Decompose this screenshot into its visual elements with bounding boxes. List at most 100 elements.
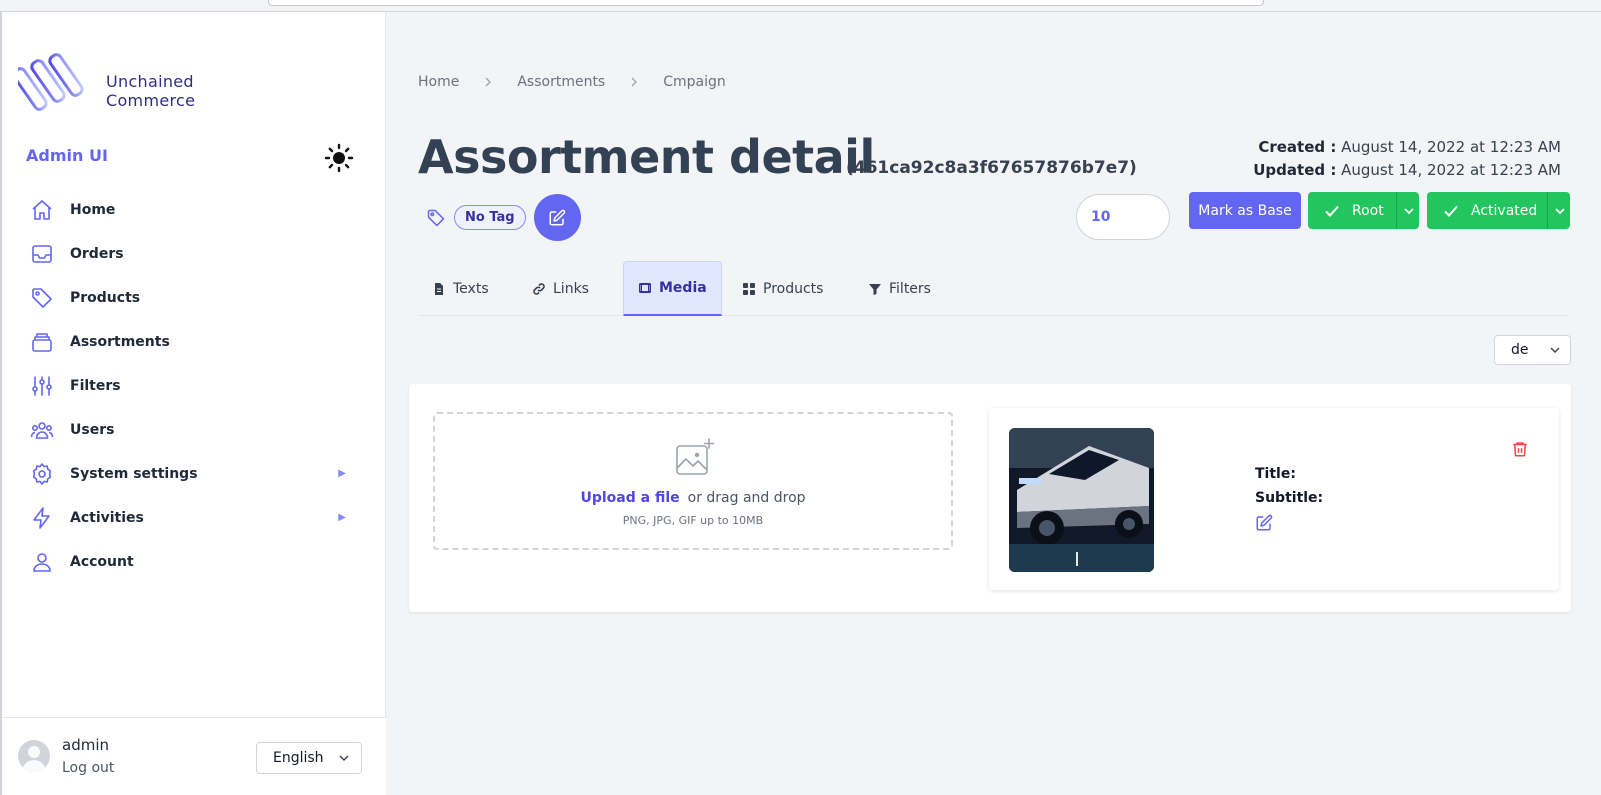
tab-label: Filters [889, 280, 931, 297]
tab-media[interactable]: Media [623, 261, 722, 316]
expand-arrow-icon[interactable]: ▶ [338, 512, 346, 523]
sliders-icon [30, 374, 54, 398]
sidebar-item-label: System settings [70, 466, 198, 482]
tab-label: Media [659, 280, 707, 296]
tab-texts[interactable]: Texts [418, 261, 503, 316]
avatar [18, 740, 50, 772]
tab-filters[interactable]: Filters [854, 261, 945, 316]
sidebar-item-users[interactable]: Users [30, 408, 360, 452]
sidebar-item-activities[interactable]: Activities ▶ [30, 496, 360, 540]
chevron-right-icon [483, 77, 493, 87]
document-icon [432, 282, 446, 296]
chevron-right-icon [629, 77, 639, 87]
sidebar-item-filters[interactable]: Filters [30, 364, 360, 408]
media-title-label: Title: [1255, 466, 1296, 482]
activation-status-label: Activated [1471, 202, 1538, 219]
sidebar-item-system-settings[interactable]: System settings ▶ [30, 452, 360, 496]
tab-products[interactable]: Products [728, 261, 837, 316]
main-content: Home Assortments Cmpaign Assortment deta… [386, 12, 1601, 795]
vehicle-image [1009, 428, 1154, 572]
upload-file-link[interactable]: Upload a file [580, 490, 679, 506]
logo-text-line1: Unchained [106, 72, 194, 91]
chevron-down-icon [1550, 347, 1560, 353]
stack-icon [30, 330, 54, 354]
breadcrumb-item-assortments[interactable]: Assortments [517, 74, 605, 90]
sidebar-item-products[interactable]: Products [30, 276, 360, 320]
updated-value: August 14, 2022 at 12:23 AM [1341, 161, 1561, 179]
mark-as-base-button[interactable]: Mark as Base [1189, 192, 1301, 229]
upload-hint: PNG, JPG, GIF up to 10MB [622, 514, 764, 527]
logout-link[interactable]: Log out [62, 760, 114, 776]
tag-icon [30, 286, 54, 310]
pencil-square-icon [549, 209, 566, 225]
tab-links[interactable]: Links [518, 261, 603, 316]
edit-media-icon[interactable] [1255, 514, 1275, 534]
chevron-down-icon [339, 755, 349, 761]
sidebar-item-orders[interactable]: Orders [30, 232, 360, 276]
locale-select[interactable]: de [1494, 335, 1571, 365]
sidebar-item-home[interactable]: Home [30, 188, 360, 232]
language-select[interactable]: English [256, 742, 362, 774]
locale-select-value: de [1511, 342, 1529, 358]
expand-arrow-icon[interactable]: ▶ [338, 468, 346, 479]
grid-icon [742, 282, 756, 296]
check-icon [1443, 203, 1459, 219]
film-icon [638, 281, 652, 295]
tab-label: Links [553, 280, 589, 297]
logo-text-line2: Commerce [106, 91, 196, 110]
upload-dropzone[interactable]: Upload a file or drag and drop PNG, JPG, … [433, 412, 953, 550]
upload-instructions: Upload a file or drag and drop [435, 490, 951, 506]
tag-row: No Tag [426, 194, 581, 241]
root-status-button[interactable]: Root [1308, 192, 1419, 229]
sidebar-item-label: Assortments [70, 334, 170, 350]
sequence-input[interactable] [1076, 194, 1170, 240]
user-name: admin [62, 736, 109, 754]
created-value: August 14, 2022 at 12:23 AM [1341, 138, 1561, 156]
sidebar-item-label: Products [70, 290, 141, 306]
sidebar-item-assortments[interactable]: Assortments [30, 320, 360, 364]
add-image-icon [676, 438, 715, 475]
sidebar: Unchained Commerce Admin UI Home Orders … [0, 12, 386, 795]
timestamps: Created : August 14, 2022 at 12:23 AM Up… [1253, 136, 1561, 182]
language-select-value: English [273, 750, 324, 766]
trash-icon[interactable] [1511, 440, 1531, 460]
user-icon [30, 550, 54, 574]
sidebar-item-label: Account [70, 554, 134, 570]
breadcrumb-item-home[interactable]: Home [418, 74, 459, 90]
check-icon [1324, 203, 1340, 219]
breadcrumb: Home Assortments Cmpaign [418, 74, 726, 90]
tab-label: Products [763, 280, 824, 297]
activation-status-button[interactable]: Activated [1427, 192, 1570, 229]
browser-strip [0, 0, 1601, 12]
chevron-down-icon[interactable] [1554, 205, 1566, 217]
tab-label: Texts [453, 280, 489, 297]
address-bar[interactable] [268, 0, 1264, 6]
tag-badge: No Tag [454, 205, 526, 230]
media-thumbnail[interactable] [1009, 428, 1154, 572]
sidebar-nav: Home Orders Products Assortments Filters [30, 188, 360, 584]
chevron-down-icon[interactable] [1403, 205, 1415, 217]
users-icon [30, 418, 54, 442]
media-meta: Title: Subtitle: [1255, 462, 1323, 510]
sidebar-item-label: Users [70, 422, 115, 438]
root-status-label: Root [1352, 202, 1384, 219]
updated-label: Updated : [1253, 161, 1337, 179]
home-icon [30, 198, 54, 222]
gear-icon [30, 462, 54, 486]
admin-ui-title: Admin UI [26, 146, 108, 165]
logo-text: Unchained Commerce [106, 72, 195, 110]
sidebar-item-label: Activities [70, 510, 144, 526]
logo[interactable]: Unchained Commerce [18, 50, 218, 124]
breadcrumb-item-current[interactable]: Cmpaign [663, 74, 726, 90]
created-label: Created : [1258, 138, 1337, 156]
page-title: Assortment detail [418, 130, 875, 184]
sidebar-item-label: Orders [70, 246, 124, 262]
sidebar-item-account[interactable]: Account [30, 540, 360, 584]
inbox-icon [30, 242, 54, 266]
upload-drag-text: or drag and drop [687, 490, 806, 506]
edit-tags-button[interactable] [533, 194, 581, 241]
theme-toggle-sun-icon[interactable] [324, 143, 354, 173]
funnel-icon [868, 282, 882, 296]
logo-mark-icon [18, 53, 84, 111]
media-panel: Upload a file or drag and drop PNG, JPG, … [409, 384, 1571, 612]
